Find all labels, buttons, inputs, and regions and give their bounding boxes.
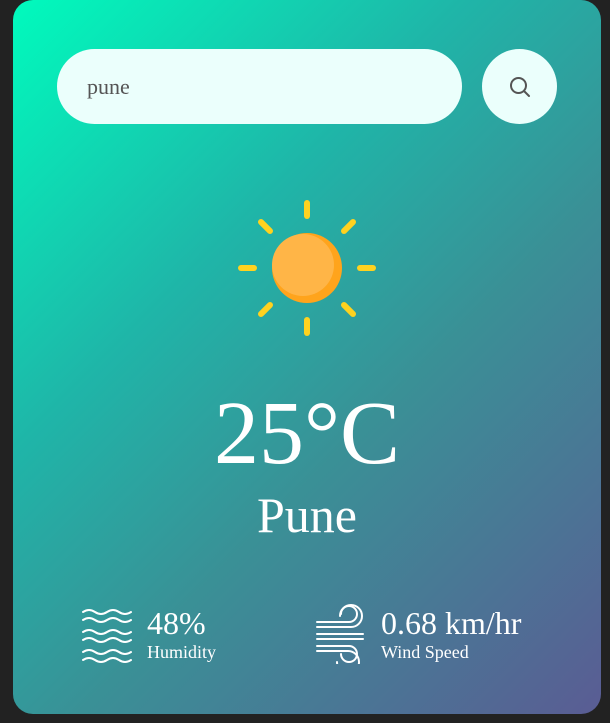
search-button[interactable] [482, 49, 557, 124]
search-bar [57, 49, 557, 124]
humidity-label: Humidity [147, 642, 217, 662]
humidity-detail: 48% Humidity [81, 602, 216, 666]
wind-speed-label: Wind Speed [381, 642, 469, 662]
wind-icon [315, 604, 369, 664]
humidity-value: 48% [147, 605, 206, 641]
wind-speed-value: 0.68 km/hr [381, 605, 522, 641]
city-name: Pune [257, 487, 357, 543]
search-icon [508, 75, 532, 99]
wind-detail: 0.68 km/hr Wind Speed [315, 602, 521, 666]
temperature: 25°C [213, 384, 401, 483]
sun-icon [237, 196, 377, 340]
search-input[interactable] [57, 49, 462, 124]
humidity-icon [81, 604, 135, 664]
weather-card: 25°C Pune 48% Humidity [13, 0, 601, 714]
